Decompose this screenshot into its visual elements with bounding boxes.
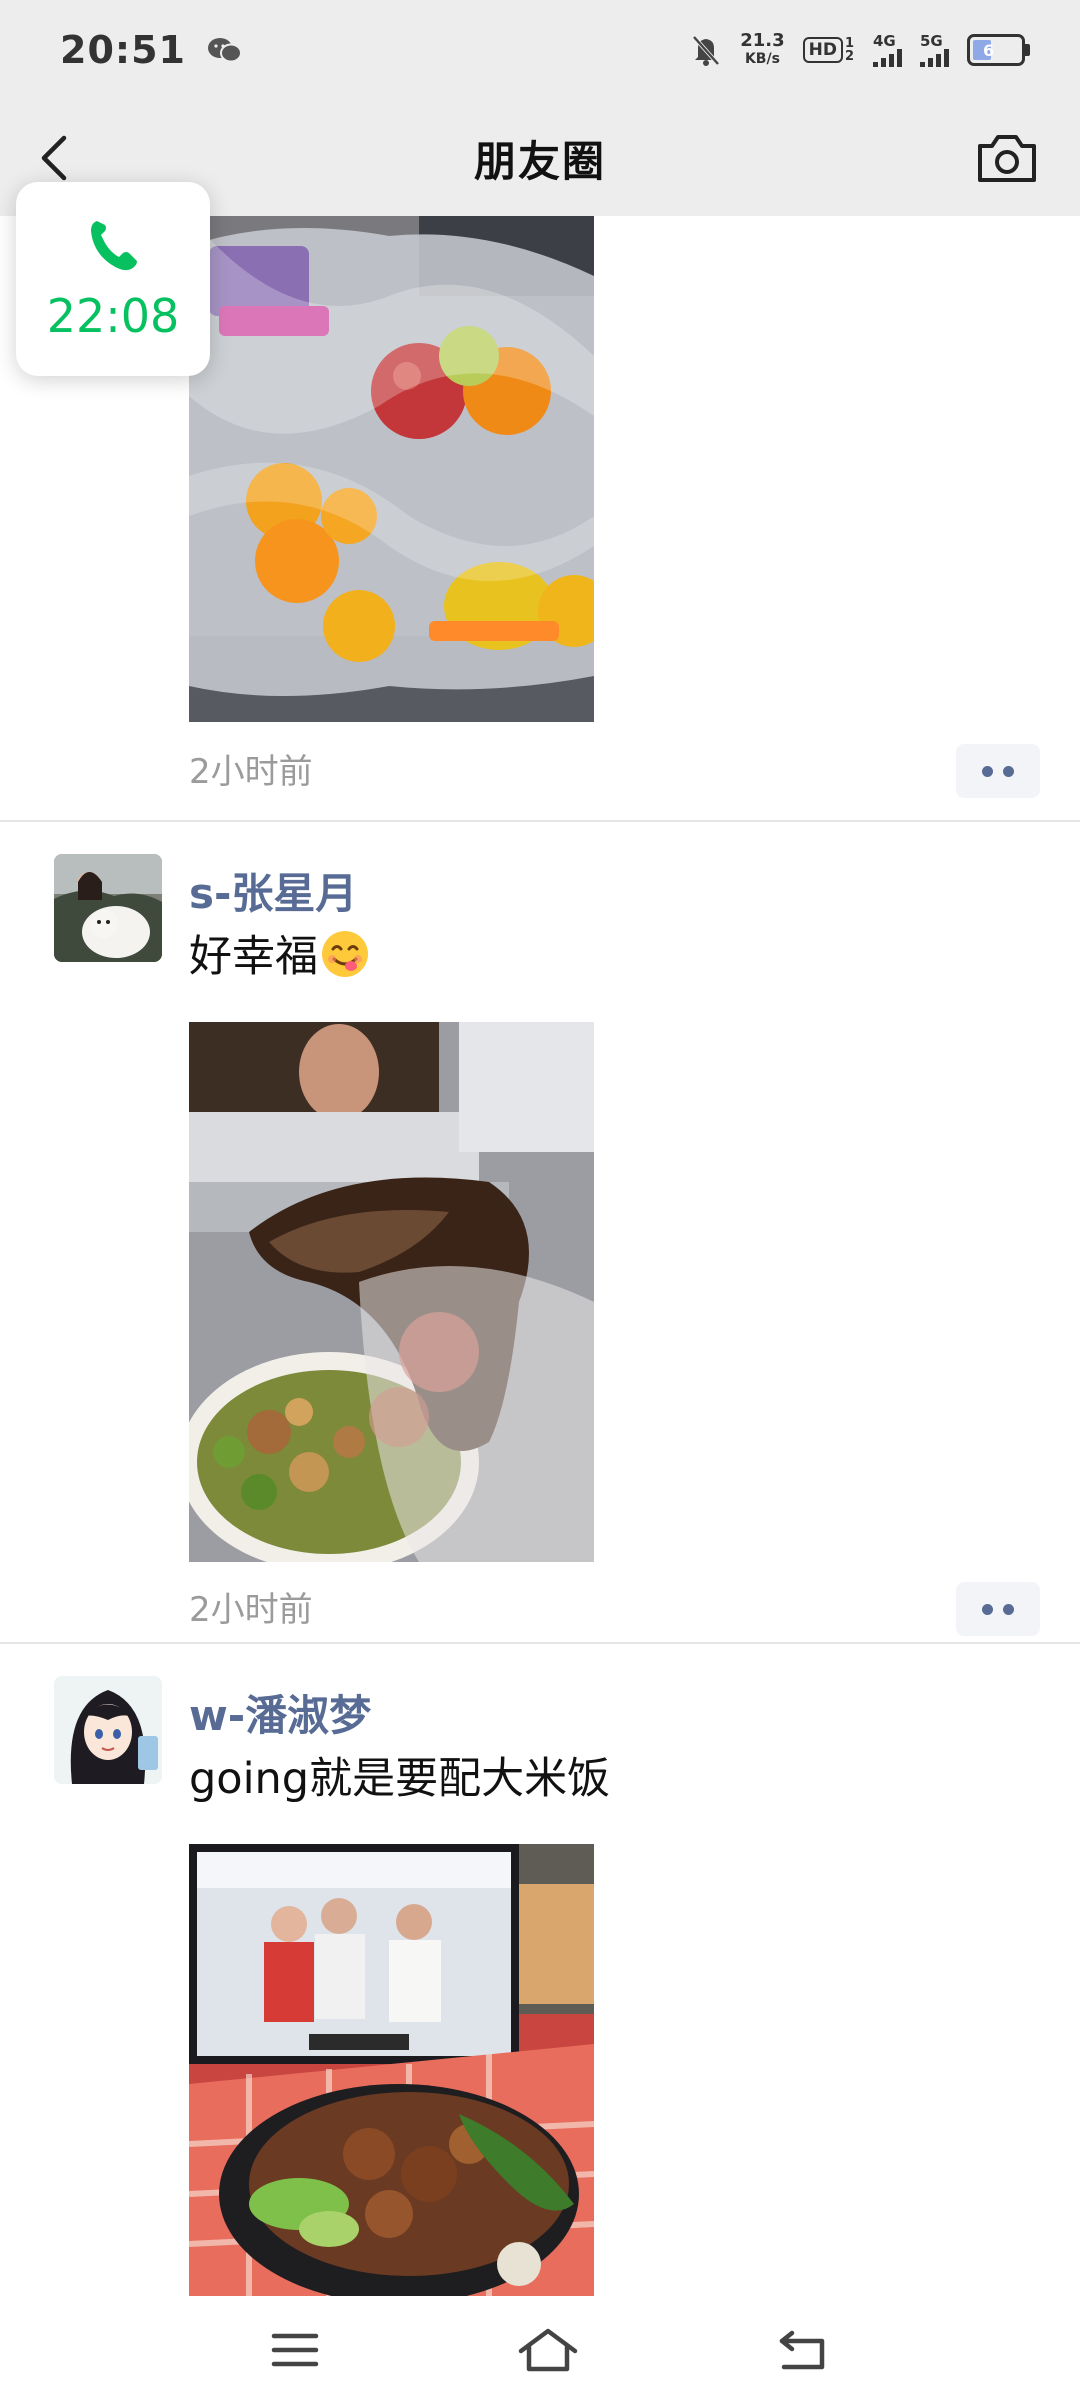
home-icon[interactable] <box>517 2327 579 2373</box>
post-text-content: 好幸福 <box>189 932 318 982</box>
net-speed-unit: KB/s <box>744 51 780 67</box>
yum-face-emoji <box>322 931 368 977</box>
battery-icon: 6 <box>967 34 1030 66</box>
moments-feed[interactable]: 2小时前 s-张星月 好幸福 2小时前 w-潘淑梦 going就是要配大米饭 <box>0 216 1080 2296</box>
net-speed-value: 21.3 <box>740 30 785 51</box>
post-time: 2小时前 <box>189 1590 313 1630</box>
status-bar: 20:51 21.3 KB/s HD 1 2 4G 5G 6 <box>0 0 1080 100</box>
chevron-left-icon[interactable] <box>30 128 90 188</box>
status-time: 20:51 <box>60 28 186 72</box>
moment-post: w-潘淑梦 going就是要配大米饭 <box>0 1644 1080 2296</box>
hd-badge: HD <box>802 37 843 63</box>
signal-bars-icon <box>873 48 902 67</box>
meat-salad-photo[interactable] <box>189 1022 594 1562</box>
post-author-name[interactable]: s-张星月 <box>189 860 357 921</box>
back-arrow-icon[interactable] <box>776 2327 830 2373</box>
signal-bars-icon <box>920 48 949 67</box>
fruit-bag-photo[interactable] <box>189 216 594 722</box>
page-title: 朋友圈 <box>473 136 606 186</box>
signal-4g-label: 4G <box>873 31 896 50</box>
hd-indicator: HD 1 2 <box>802 36 855 64</box>
post-time: 2小时前 <box>189 752 313 792</box>
menu-icon[interactable] <box>270 2330 320 2370</box>
net-speed: 21.3 KB/s <box>740 32 784 68</box>
post-text: 好幸福 <box>189 922 370 984</box>
ongoing-call-badge[interactable]: 22:08 <box>16 182 210 376</box>
mute-bell-icon <box>692 35 720 66</box>
more-dots-icon[interactable] <box>956 1582 1040 1636</box>
more-dots-icon[interactable] <box>956 744 1040 798</box>
camera-icon[interactable] <box>974 128 1040 188</box>
status-indicators: 21.3 KB/s HD 1 2 4G 5G 6 <box>690 32 1030 68</box>
wechat-icon <box>207 38 242 63</box>
signal-4g: 4G <box>873 31 902 67</box>
signal-5g: 5G <box>920 31 949 67</box>
phone-icon <box>91 221 137 271</box>
wechat-moments-screen: 20:51 21.3 KB/s HD 1 2 4G 5G 6 朋友圈 2小时前 … <box>0 0 1080 2404</box>
moment-post: s-张星月 好幸福 2小时前 <box>0 822 1080 1644</box>
post-author-name[interactable]: w-潘淑梦 <box>189 1682 371 1743</box>
rice-bowl-tv-photo[interactable] <box>189 1844 594 2296</box>
avatar[interactable] <box>54 854 162 962</box>
post-text-content: going就是要配大米饭 <box>189 1754 611 1804</box>
battery-level-text: 6 <box>983 40 995 60</box>
hd-sub: 1 2 <box>845 36 855 64</box>
post-text: going就是要配大米饭 <box>189 1744 610 1806</box>
signal-5g-label: 5G <box>920 31 943 50</box>
avatar[interactable] <box>54 1676 162 1784</box>
call-duration: 22:08 <box>46 289 180 343</box>
system-nav-bar <box>0 2296 1080 2404</box>
